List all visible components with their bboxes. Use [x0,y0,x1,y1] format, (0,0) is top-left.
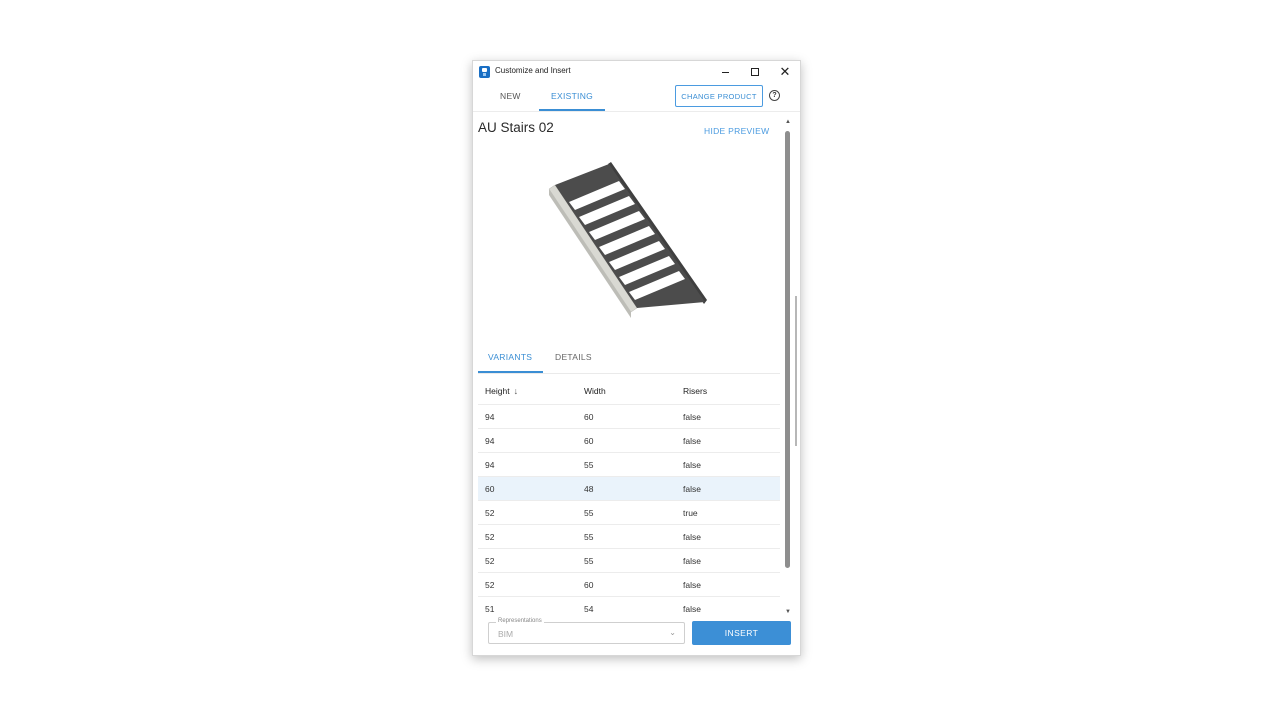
cell-width: 55 [584,556,594,566]
hide-preview-link[interactable]: HIDE PREVIEW [704,126,769,136]
column-header-label: Height [485,386,510,396]
app-icon [479,66,490,78]
column-header-width[interactable]: Width [584,386,606,396]
variant-tabs: VARIANTS DETAILS [473,344,781,374]
table-row[interactable]: 94 55 false [478,452,780,476]
cell-risers: false [683,532,701,542]
help-circle-icon[interactable]: ? [769,90,780,101]
product-title: AU Stairs 02 [478,120,554,135]
insert-button[interactable]: INSERT [692,621,791,645]
table-row-selected[interactable]: 60 48 false [478,476,780,500]
table-row[interactable]: 94 60 false [478,428,780,452]
close-button[interactable]: ✕ [775,63,795,81]
tab-existing[interactable]: EXISTING [551,91,593,101]
cell-height: 52 [485,580,495,590]
cell-height: 52 [485,508,495,518]
cell-width: 55 [584,508,594,518]
cell-height: 94 [485,412,495,422]
cell-width: 54 [584,604,594,614]
representations-value: BIM [498,629,514,639]
cell-width: 60 [584,412,594,422]
cell-width: 60 [584,436,594,446]
table-row[interactable]: 52 55 true [478,500,780,524]
stair-preview-image [548,162,707,318]
cell-risers: false [683,484,701,494]
top-tabs: NEW EXISTING CHANGE PRODUCT ? [473,83,800,111]
vertical-scrollbar[interactable]: ▲ ▼ [783,119,793,619]
column-header-risers[interactable]: Risers [683,386,707,396]
cell-height: 52 [485,532,495,542]
table-row[interactable]: 52 60 false [478,572,780,596]
table-row[interactable]: 52 55 false [478,548,780,572]
cell-risers: false [683,460,701,470]
change-product-button[interactable]: CHANGE PRODUCT [675,85,763,107]
cell-risers: false [683,580,701,590]
table-row[interactable]: 94 60 false [478,404,780,428]
cell-width: 55 [584,460,594,470]
divider [478,373,780,374]
chevron-down-icon: ⌄ [669,628,676,637]
cell-height: 94 [485,460,495,470]
tab-details[interactable]: DETAILS [555,352,592,362]
variants-table: Height ↓ Width Risers 94 60 false 94 60 f… [478,378,780,620]
cell-height: 94 [485,436,495,446]
title-bar: Customize and Insert ✕ [473,61,800,83]
cell-width: 60 [584,580,594,590]
cell-height: 52 [485,556,495,566]
minimize-icon [721,71,729,73]
maximize-button[interactable] [745,63,765,81]
representations-label: Representations [496,618,544,624]
table-header: Height ↓ Width Risers [478,378,780,404]
window-title: Customize and Insert [495,66,571,75]
product-preview[interactable] [533,142,723,342]
cell-risers: false [683,604,701,614]
scroll-up-icon[interactable]: ▲ [785,119,791,125]
table-row[interactable]: 52 55 false [478,524,780,548]
representations-select[interactable]: Representations BIM ⌄ [488,618,685,644]
cell-height: 51 [485,604,495,614]
panel-edge-handle [795,296,797,446]
tab-new[interactable]: NEW [500,91,521,101]
close-icon: ✕ [779,64,791,79]
arrow-down-icon: ↓ [513,386,519,396]
minimize-button[interactable] [715,63,735,81]
tab-variants[interactable]: VARIANTS [488,352,532,362]
cell-width: 48 [584,484,594,494]
column-header-height[interactable]: Height ↓ [485,386,518,396]
cell-risers: false [683,556,701,566]
cell-risers: true [683,508,698,518]
main-content: AU Stairs 02 HIDE PREVIEW VARIANTS DETAI… [473,112,800,614]
cell-height: 60 [485,484,495,494]
scrollbar-thumb[interactable] [785,131,790,568]
cell-risers: false [683,436,701,446]
footer-bar: Representations BIM ⌄ INSERT [473,614,800,654]
cell-risers: false [683,412,701,422]
cell-width: 55 [584,532,594,542]
customize-insert-window: Customize and Insert ✕ NEW EXISTING CHAN… [472,60,801,656]
maximize-icon [751,68,759,76]
